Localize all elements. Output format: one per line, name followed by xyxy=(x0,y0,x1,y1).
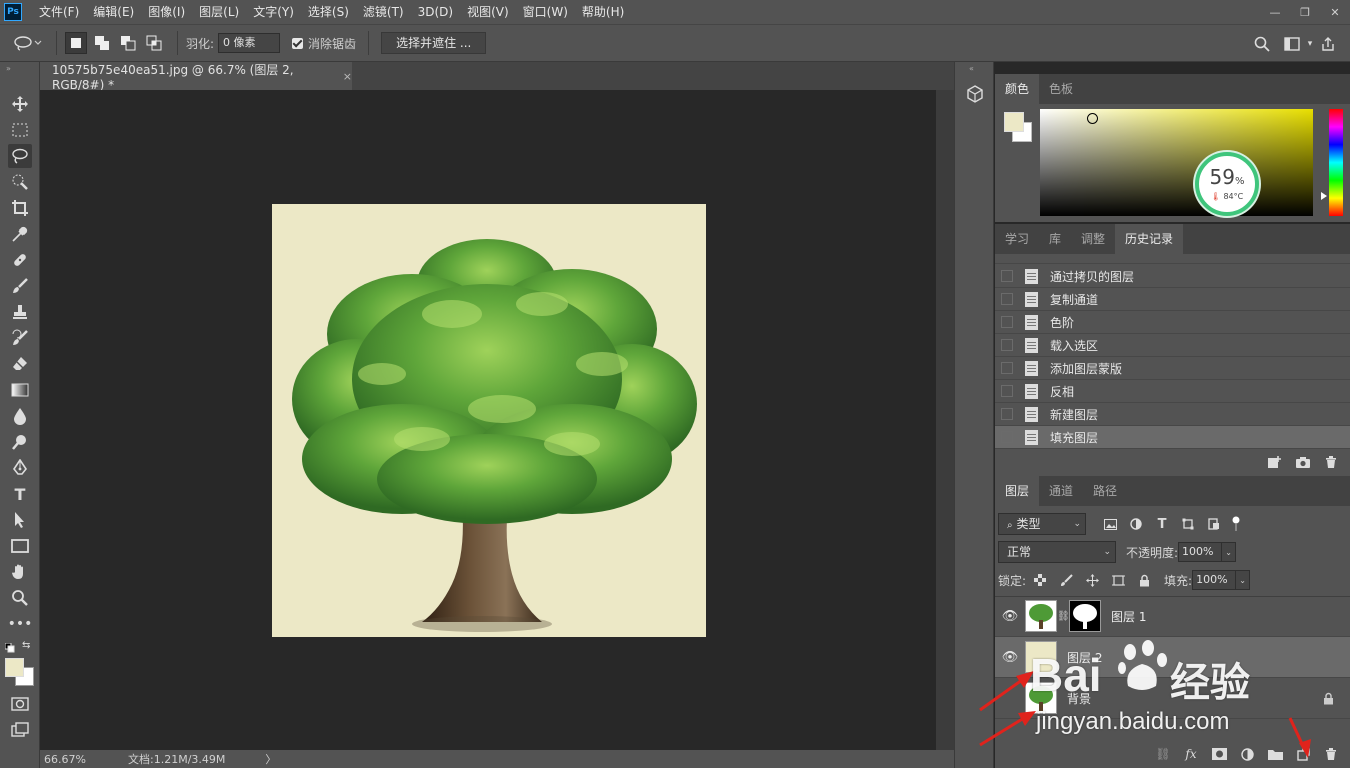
annotation-overlay xyxy=(979,671,1311,758)
foreground-swatch[interactable] xyxy=(1004,112,1024,132)
